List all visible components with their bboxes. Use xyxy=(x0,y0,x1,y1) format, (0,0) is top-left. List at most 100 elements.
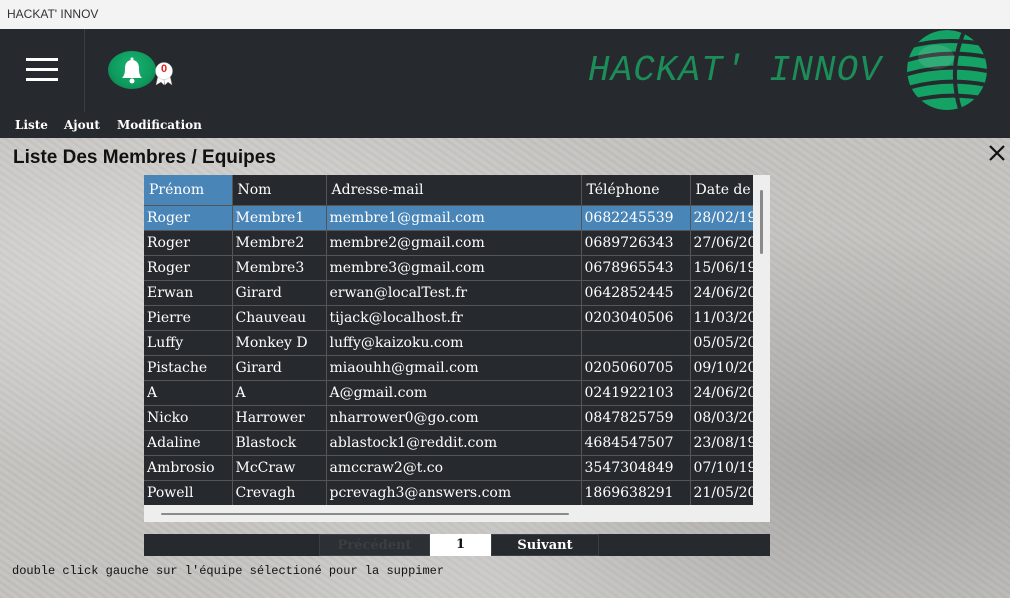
notification-count: 0 xyxy=(160,63,168,75)
table-row[interactable]: Luffy Monkey Dluffy@kaizoku.com 05/05/20 xyxy=(144,330,753,356)
table-row[interactable]: Erwan Girard erwan@localTest.fr 0642852445 2… xyxy=(144,280,753,306)
cell-telephone: 0642852445 xyxy=(581,280,691,306)
cell-nom: Girard xyxy=(232,355,327,381)
column-header-telephone[interactable]: Téléphone xyxy=(581,175,691,206)
cell-nom: Membre3 xyxy=(232,255,327,281)
cell-date: 24/06/20 xyxy=(690,280,753,306)
column-header-nom[interactable]: Nom xyxy=(232,175,327,206)
cell-telephone: 0205060705 xyxy=(581,355,691,381)
cell-date: 24/06/20 xyxy=(690,380,753,406)
cell-date: 28/02/19 xyxy=(690,205,753,231)
menu-item-liste[interactable]: Liste xyxy=(15,118,48,132)
app-header: 0 HACKAT' INNOV xyxy=(0,29,1010,112)
table-row[interactable]: Roger Membre2 membre2@gmail.com 0689726343 2… xyxy=(144,230,753,256)
cell-prenom: Roger xyxy=(144,255,233,281)
cell-prenom: Nicko xyxy=(144,405,233,431)
cell-nom: Girard xyxy=(232,280,327,306)
cell-nom: McCraw xyxy=(232,455,327,481)
members-table-viewport: Prénom Nom Adresse-mail Téléphone Date d… xyxy=(144,175,753,505)
cell-prenom: Adaline xyxy=(144,430,233,456)
cell-nom: Monkey D xyxy=(232,330,327,356)
horizontal-scroll-thumb[interactable] xyxy=(161,513,569,515)
pagination-bar: Précédent 1 Suivant xyxy=(144,534,770,556)
cell-date: 21/05/20 xyxy=(690,480,753,505)
column-header-prenom[interactable]: Prénom xyxy=(144,175,233,206)
cell-nom: Chauveau xyxy=(232,305,327,331)
cell-telephone: 0678965543 xyxy=(581,255,691,281)
table-row[interactable]: Adaline Blastock ablastock1@reddit.com 4684… xyxy=(144,430,753,456)
cell-nom: Harrower xyxy=(232,405,327,431)
cell-telephone: 0203040506 xyxy=(581,305,691,331)
page-number-field[interactable]: 1 xyxy=(430,534,491,556)
window-titlebar: HACKAT' INNOV xyxy=(0,0,1010,29)
cell-nom: Blastock xyxy=(232,430,327,456)
table-row[interactable]: Roger Membre3 membre3@gmail.com 0678965543 1… xyxy=(144,255,753,281)
cell-date: 15/06/19 xyxy=(690,255,753,281)
cell-telephone: 0847825759 xyxy=(581,405,691,431)
close-icon[interactable] xyxy=(986,142,1008,164)
hamburger-icon xyxy=(26,58,58,61)
table-row[interactable]: Pierre Chauveau tijack@localhost.fr 0203040… xyxy=(144,305,753,331)
horizontal-scrollbar[interactable] xyxy=(144,505,753,522)
cell-date: 27/06/20 xyxy=(690,230,753,256)
table-row[interactable]: Roger Membre1 membre1@gmail.com 0682245539 2… xyxy=(144,205,753,231)
notification-button[interactable] xyxy=(108,51,156,89)
members-table-container: Prénom Nom Adresse-mail Téléphone Date d… xyxy=(144,175,770,522)
cell-date: 23/08/19 xyxy=(690,430,753,456)
menu-bar: Liste Ajout Modification xyxy=(0,112,1010,138)
hamburger-icon xyxy=(26,68,58,71)
cell-prenom: Roger xyxy=(144,230,233,256)
next-page-button[interactable]: Suivant xyxy=(491,534,599,556)
cell-prenom: Pierre xyxy=(144,305,233,331)
menu-toggle-button[interactable] xyxy=(0,29,85,112)
cell-email: ablastock1@reddit.com xyxy=(326,430,582,456)
cell-email: luffy@kaizoku.com xyxy=(326,330,582,356)
cell-email: pcrevagh3@answers.com xyxy=(326,480,582,505)
cell-telephone: 4684547507 xyxy=(581,430,691,456)
cell-email: membre3@gmail.com xyxy=(326,255,582,281)
bell-icon xyxy=(122,57,142,84)
column-header-email[interactable]: Adresse-mail xyxy=(326,175,582,206)
cell-nom: Membre1 xyxy=(232,205,327,231)
table-row[interactable]: Powell Crevagh pcrevagh3@answers.com 186963… xyxy=(144,480,753,505)
cell-prenom: Powell xyxy=(144,480,233,505)
vertical-scroll-thumb[interactable] xyxy=(760,190,763,254)
cell-telephone: 0689726343 xyxy=(581,230,691,256)
cell-telephone: 3547304849 xyxy=(581,455,691,481)
table-row[interactable]: Pistache Girard miaouhh@gmail.com 020506070… xyxy=(144,355,753,381)
notification-badge: 0 xyxy=(154,62,174,86)
cell-date: 08/03/20 xyxy=(690,405,753,431)
cell-email: membre2@gmail.com xyxy=(326,230,582,256)
cell-email: amccraw2@t.co xyxy=(326,455,582,481)
cell-prenom: Pistache xyxy=(144,355,233,381)
members-table: Prénom Nom Adresse-mail Téléphone Date d… xyxy=(144,175,753,505)
cell-prenom: Erwan xyxy=(144,280,233,306)
hamburger-icon xyxy=(26,78,58,81)
page-title: Liste Des Membres / Equipes xyxy=(13,147,276,168)
cell-prenom: A xyxy=(144,380,233,406)
cell-email: nharrower0@go.com xyxy=(326,405,582,431)
cell-email: erwan@localTest.fr xyxy=(326,280,582,306)
menu-item-modification[interactable]: Modification xyxy=(117,118,202,132)
content-area: Liste Des Membres / Equipes Prénom Nom A… xyxy=(0,138,1010,598)
table-row[interactable]: Ambrosio McCraw amccraw2@t.co 3547304849 07/… xyxy=(144,455,753,481)
cell-email: miaouhh@gmail.com xyxy=(326,355,582,381)
cell-telephone: 0682245539 xyxy=(581,205,691,231)
brand-title: HACKAT' INNOV xyxy=(588,50,882,91)
cell-date: 05/05/20 xyxy=(690,330,753,356)
cell-prenom: Luffy xyxy=(144,330,233,356)
cell-telephone: 0241922103 xyxy=(581,380,691,406)
cell-prenom: Ambrosio xyxy=(144,455,233,481)
cell-nom: Crevagh xyxy=(232,480,327,505)
table-row[interactable]: Nicko Harrower nharrower0@go.com 0847825759… xyxy=(144,405,753,431)
column-header-date[interactable]: Date de xyxy=(690,175,753,206)
vertical-scrollbar[interactable] xyxy=(753,175,770,522)
cell-email: tijack@localhost.fr xyxy=(326,305,582,331)
cell-prenom: Roger xyxy=(144,205,233,231)
cell-date: 07/10/19 xyxy=(690,455,753,481)
cell-email: A@gmail.com xyxy=(326,380,582,406)
table-row[interactable]: A A A@gmail.com 0241922103 24/06/20 xyxy=(144,380,753,406)
previous-page-button[interactable]: Précédent xyxy=(319,534,430,556)
cell-telephone xyxy=(581,330,691,356)
menu-item-ajout[interactable]: Ajout xyxy=(64,118,100,132)
